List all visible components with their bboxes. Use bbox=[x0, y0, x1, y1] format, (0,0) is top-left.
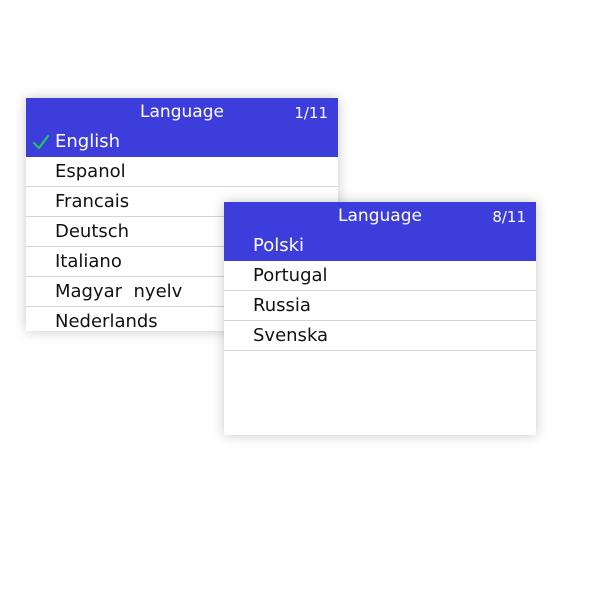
language-label: Polski bbox=[253, 235, 305, 256]
language-item-svenska[interactable]: Svenska bbox=[224, 321, 536, 351]
title-bar: Language 8/11 bbox=[224, 202, 536, 231]
language-item-polski[interactable]: Polski bbox=[224, 231, 536, 261]
language-screen-page-8: Language 8/11 Polski Portugal Russia Sve… bbox=[224, 202, 536, 435]
language-label: Deutsch bbox=[55, 221, 130, 242]
page-indicator: 8/11 bbox=[492, 208, 526, 226]
language-item-english[interactable]: English bbox=[26, 127, 338, 157]
language-label: Nederlands bbox=[55, 311, 158, 332]
language-label: Espanol bbox=[55, 161, 126, 182]
language-item-russia[interactable]: Russia bbox=[224, 291, 536, 321]
language-label: English bbox=[55, 131, 120, 152]
language-label: Svenska bbox=[253, 325, 329, 346]
language-list: Polski Portugal Russia Svenska bbox=[224, 231, 536, 351]
language-label: Francais bbox=[55, 191, 130, 212]
language-item-portugal[interactable]: Portugal bbox=[224, 261, 536, 291]
screen-title: Language bbox=[338, 206, 422, 226]
language-label: Italiano bbox=[55, 251, 122, 272]
language-label: Russia bbox=[253, 295, 311, 316]
screen-title: Language bbox=[140, 102, 224, 122]
page-indicator: 1/11 bbox=[294, 104, 328, 122]
language-label: Portugal bbox=[253, 265, 328, 286]
title-bar: Language 1/11 bbox=[26, 98, 338, 127]
language-label: Magyar nyelv bbox=[55, 281, 183, 302]
language-item-espanol[interactable]: Espanol bbox=[26, 157, 338, 187]
check-icon bbox=[32, 133, 50, 151]
